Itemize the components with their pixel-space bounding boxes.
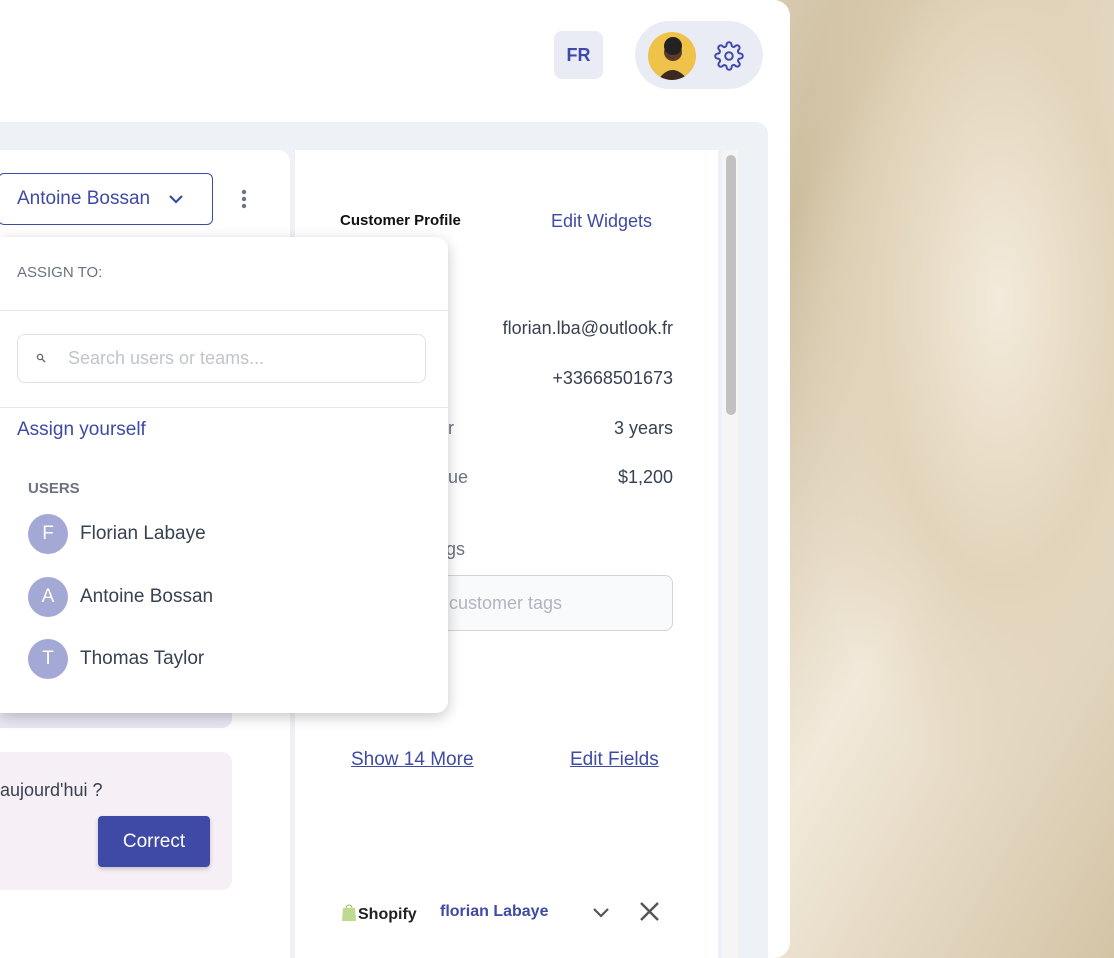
avatar: F bbox=[28, 514, 68, 554]
user-option-florian[interactable]: F Florian Labaye bbox=[28, 514, 206, 554]
customer-phone: +33668501673 bbox=[552, 368, 673, 388]
user-avatar[interactable] bbox=[648, 32, 696, 80]
chevron-down-icon bbox=[168, 188, 184, 210]
assignee-name: Antoine Bossan bbox=[17, 188, 151, 209]
divider bbox=[0, 407, 448, 408]
divider bbox=[0, 310, 448, 311]
user-option-antoine[interactable]: A Antoine Bossan bbox=[28, 577, 213, 617]
search-icon bbox=[36, 350, 46, 368]
assign-popup: ASSIGN TO: Search users or teams... Assi… bbox=[0, 237, 448, 713]
assign-yourself-link[interactable]: Assign yourself bbox=[17, 419, 146, 441]
user-name: Florian Labaye bbox=[80, 523, 206, 544]
app-window: FR Antoine Bossan aujourd'hui ? Correct … bbox=[0, 0, 790, 958]
show-more-link[interactable]: Show 14 More bbox=[351, 749, 474, 771]
customer-email: florian.lba@outlook.fr bbox=[502, 318, 673, 338]
more-options-icon[interactable] bbox=[240, 189, 248, 216]
message-bubble: aujourd'hui ? Correct bbox=[0, 752, 232, 890]
customer-profile-title: Customer Profile bbox=[340, 212, 461, 229]
gear-icon[interactable] bbox=[714, 41, 744, 76]
search-placeholder: Search users or teams... bbox=[68, 348, 265, 368]
scrollbar-thumb[interactable] bbox=[726, 155, 736, 415]
tags-label: gs bbox=[446, 539, 466, 559]
users-heading: USERS bbox=[28, 480, 80, 497]
shopify-label: Shopify bbox=[358, 905, 417, 923]
close-icon[interactable] bbox=[639, 901, 660, 927]
correct-button[interactable]: Correct bbox=[98, 816, 210, 867]
language-button[interactable]: FR bbox=[554, 31, 603, 79]
edit-fields-link[interactable]: Edit Fields bbox=[570, 749, 659, 771]
assign-to-heading: ASSIGN TO: bbox=[17, 264, 103, 281]
shopify-customer-link[interactable]: florian Labaye bbox=[440, 903, 548, 921]
customer-for-label: r bbox=[448, 418, 454, 438]
user-name: Antoine Bossan bbox=[80, 586, 214, 607]
shopify-widget-header: Shopify bbox=[340, 902, 417, 927]
user-option-thomas[interactable]: T Thomas Taylor bbox=[28, 639, 204, 679]
chevron-down-icon[interactable] bbox=[592, 906, 610, 924]
search-users-input[interactable]: Search users or teams... bbox=[17, 334, 426, 383]
customer-for-value: 3 years bbox=[613, 418, 673, 438]
avatar: A bbox=[28, 577, 68, 617]
assignee-dropdown[interactable]: Antoine Bossan bbox=[0, 173, 213, 225]
shopify-icon bbox=[340, 902, 358, 927]
customer-value: $1,200 bbox=[617, 467, 673, 487]
customer-value-label: ue bbox=[448, 467, 469, 487]
avatar: T bbox=[28, 639, 68, 679]
edit-widgets-link[interactable]: Edit Widgets bbox=[551, 211, 652, 232]
user-name: Thomas Taylor bbox=[80, 648, 205, 669]
message-text: aujourd'hui ? bbox=[0, 780, 103, 800]
